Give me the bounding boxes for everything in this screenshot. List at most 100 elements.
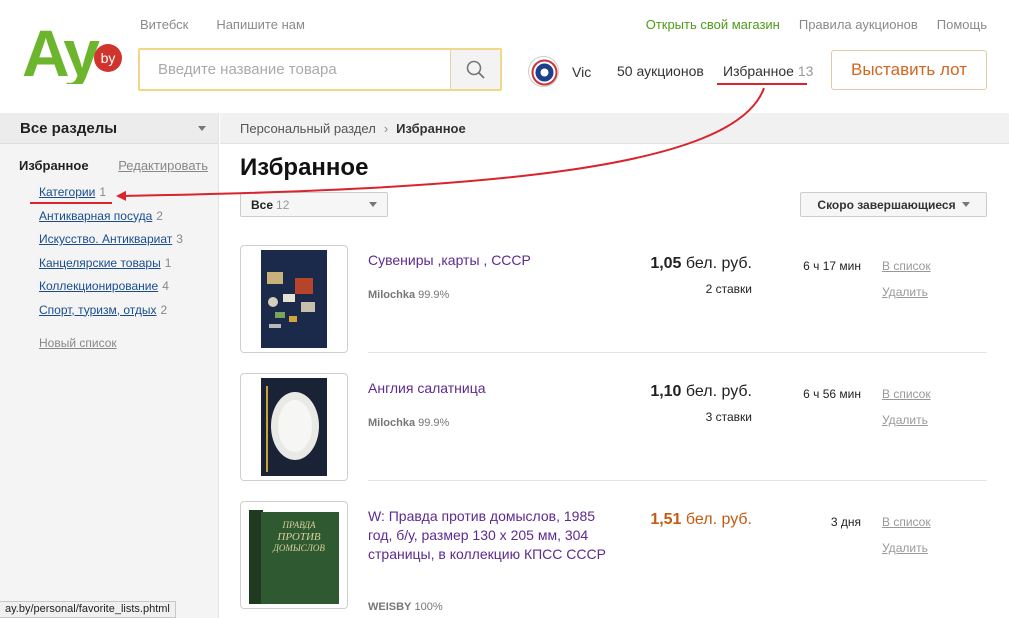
- filter-dropdown[interactable]: Все 12: [240, 192, 388, 217]
- logo-text: Ay: [22, 18, 100, 84]
- lot-title[interactable]: Сувениры ,карты , СССР: [368, 251, 618, 270]
- time-left: 6 ч 17 мин: [803, 259, 861, 273]
- category-link[interactable]: Коллекционирование: [39, 279, 158, 293]
- seller-name[interactable]: Milochka: [368, 289, 415, 301]
- category-count: 1: [164, 255, 172, 270]
- add-to-list-link[interactable]: В список: [882, 387, 931, 401]
- category-link[interactable]: Спорт, туризм, отдых: [39, 303, 157, 317]
- chevron-right-icon: ›: [383, 120, 389, 136]
- lot-price: 1,51 бел. руб.: [650, 511, 752, 529]
- seller-name[interactable]: Milochka: [368, 417, 415, 429]
- sort-dropdown[interactable]: Скоро завершающиеся: [800, 192, 987, 217]
- user-name: Vic: [572, 63, 592, 80]
- favorites-label: Избранное: [723, 63, 794, 79]
- bid-count: 3 ставки: [705, 410, 752, 424]
- search-button[interactable]: [450, 50, 500, 89]
- seller-name[interactable]: WEISBY: [368, 601, 411, 613]
- lot-thumbnail[interactable]: [240, 245, 348, 353]
- add-to-list-link[interactable]: В список: [882, 515, 931, 529]
- category-count: 2: [160, 302, 168, 317]
- lot-price: 1,05 бел. руб.: [650, 255, 752, 273]
- time-left: 3 дня: [830, 515, 861, 529]
- filter-count: 12: [276, 197, 290, 212]
- avatar: [528, 56, 559, 87]
- book-image: ПРАВДА ПРОТИВ ДОМЫСЛОВ: [247, 506, 341, 604]
- header: Ay by Витебск Напишите нам Открыть свой …: [0, 0, 1009, 112]
- chevron-down-icon: [198, 125, 206, 131]
- lot-thumbnail[interactable]: ПРАВДА ПРОТИВ ДОМЫСЛОВ: [240, 501, 348, 609]
- sections-dropdown[interactable]: Все разделы: [0, 113, 218, 144]
- category-link[interactable]: Категории: [39, 185, 95, 199]
- category-link[interactable]: Канцелярские товары: [39, 256, 161, 270]
- favorites-link[interactable]: Избранное 13: [723, 63, 813, 79]
- seller-info: Milochka 99.9%: [368, 417, 449, 429]
- delete-link[interactable]: Удалить: [882, 285, 928, 299]
- search-icon: [466, 60, 485, 79]
- site-logo[interactable]: Ay by: [22, 16, 124, 90]
- book-title-line: ПРАВДА: [282, 520, 316, 530]
- price-currency: бел. руб.: [685, 255, 752, 272]
- sidebar: Все разделы Избранное Редактировать Кате…: [0, 113, 219, 618]
- list-item: Спорт, туризм, отдых 2: [39, 303, 183, 327]
- list-item: Искусство. Антиквариат 3: [39, 232, 183, 256]
- user-menu[interactable]: Vic: [528, 56, 591, 87]
- category-count: 4: [162, 279, 169, 293]
- status-bar-url: ay.by/personal/favorite_lists.phtml: [0, 601, 176, 618]
- lot-row: Сувениры ,карты , СССР Milochka 99.9% 1,…: [240, 245, 989, 353]
- help-link[interactable]: Помощь: [937, 17, 987, 32]
- favorite-lists: Категории 1 Антикварная посуда 2 Искусство…: [39, 185, 183, 326]
- seller-info: WEISBY 100%: [368, 601, 443, 613]
- favorites-count: 13: [797, 63, 814, 79]
- category-count: 1: [99, 185, 106, 199]
- lot-title[interactable]: W: Правда против домыслов, 1985 год, б/у…: [368, 507, 618, 564]
- breadcrumb-root[interactable]: Персональный раздел: [240, 121, 376, 136]
- category-link[interactable]: Антикварная посуда: [39, 209, 152, 223]
- list-item: Категории 1: [39, 185, 183, 209]
- sell-lot-button[interactable]: Выставить лот: [831, 50, 987, 90]
- top-links-left: Витебск Напишите нам: [140, 17, 305, 32]
- contact-link[interactable]: Напишите нам: [216, 17, 305, 32]
- seller-rating: 100%: [414, 601, 443, 613]
- my-auctions-link[interactable]: 50 аукционов: [617, 63, 704, 79]
- category-link[interactable]: Искусство. Антиквариат: [39, 232, 172, 246]
- chevron-down-icon: [961, 202, 970, 207]
- plate-image: [261, 378, 327, 476]
- seller-rating: 99.9%: [418, 289, 450, 301]
- divider: [368, 352, 987, 353]
- chevron-down-icon: [369, 202, 377, 207]
- list-item: Антикварная посуда 2: [39, 209, 183, 233]
- lot-price: 1,10 бел. руб.: [650, 383, 752, 401]
- favorites-title: Избранное: [19, 158, 89, 173]
- city-link[interactable]: Витебск: [140, 17, 188, 32]
- delete-link[interactable]: Удалить: [882, 541, 928, 555]
- edit-link[interactable]: Редактировать: [118, 158, 208, 173]
- list-item: Канцелярские товары 1: [39, 256, 183, 280]
- filter-label: Все: [251, 197, 274, 212]
- search-box: [138, 48, 502, 91]
- top-links-right: Открыть свой магазин Правила аукционов П…: [646, 17, 987, 32]
- favorites-header: Избранное Редактировать: [19, 158, 208, 173]
- new-list-link[interactable]: Новый список: [39, 336, 117, 350]
- search-input[interactable]: [140, 50, 450, 89]
- seller-info: Milochka 99.9%: [368, 289, 449, 301]
- price-currency: бел. руб.: [685, 511, 752, 528]
- lot-thumbnail[interactable]: [240, 373, 348, 481]
- price-value: 1,51: [650, 511, 682, 528]
- lot-row: Англия салатница Milochka 99.9% 1,10 бел…: [240, 373, 989, 481]
- rules-link[interactable]: Правила аукционов: [799, 17, 918, 32]
- list-item: Коллекционирование 4: [39, 279, 183, 303]
- delete-link[interactable]: Удалить: [882, 413, 928, 427]
- logo-badge: by: [101, 50, 116, 66]
- open-shop-link[interactable]: Открыть свой магазин: [646, 17, 780, 32]
- category-count: 2: [156, 208, 163, 223]
- time-left: 6 ч 56 мин: [803, 387, 861, 401]
- price-value: 1,10: [650, 383, 682, 400]
- add-to-list-link[interactable]: В список: [882, 259, 931, 273]
- souvenirs-image: [261, 250, 327, 348]
- sections-label: Все разделы: [20, 119, 118, 137]
- sort-label: Скоро завершающиеся: [817, 197, 956, 212]
- breadcrumb-current: Избранное: [396, 120, 466, 136]
- category-count: 3: [176, 232, 183, 246]
- book-title-line: ПРОТИВ: [276, 531, 321, 543]
- lot-title[interactable]: Англия салатница: [368, 379, 618, 398]
